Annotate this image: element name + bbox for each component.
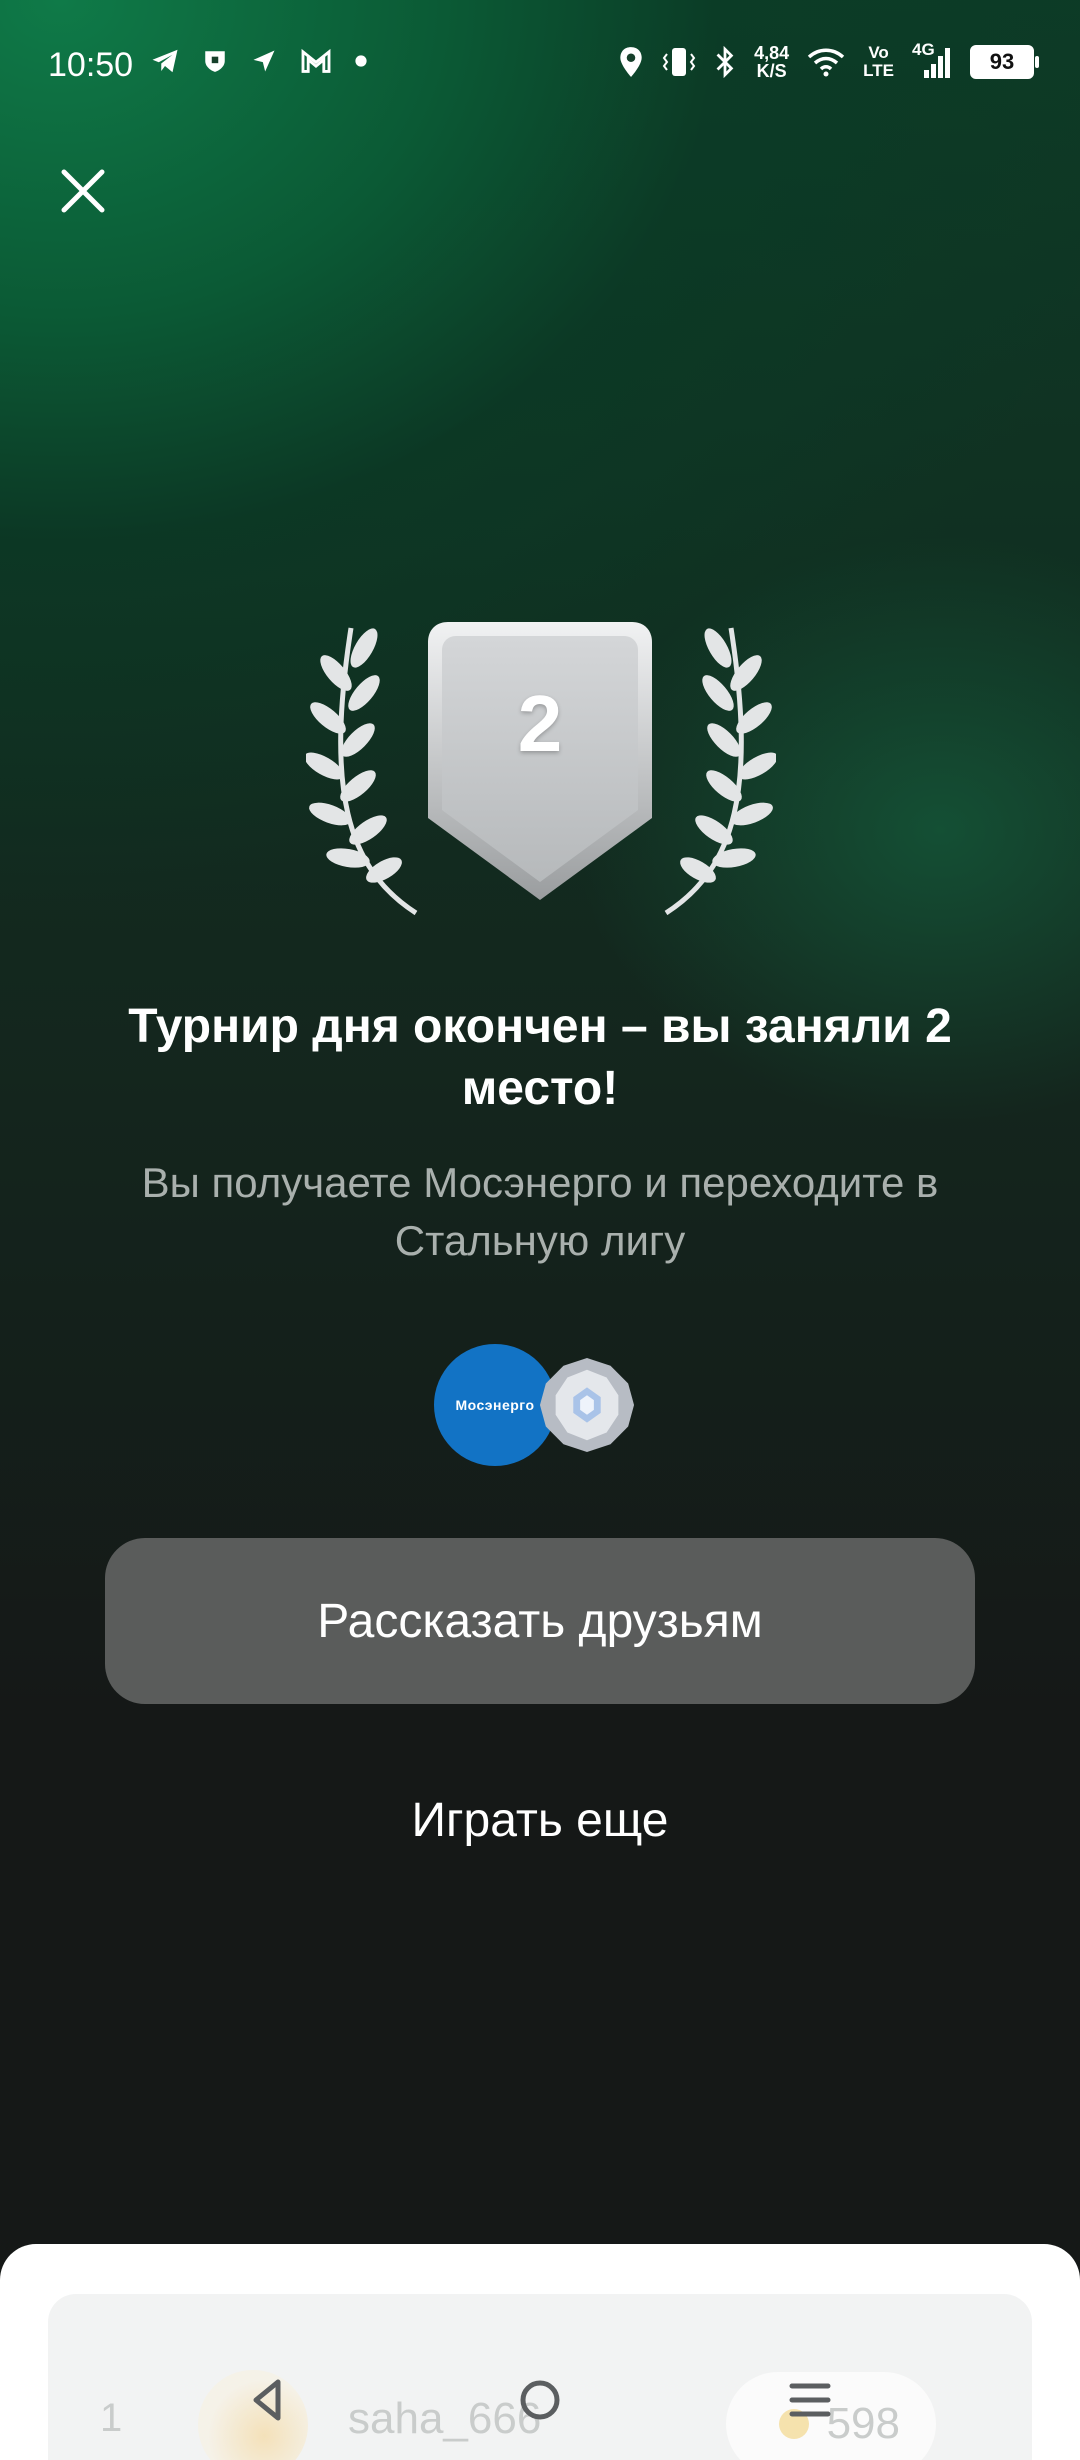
battery-icon: 93	[970, 45, 1039, 79]
volte-bottom: LTE	[863, 61, 894, 80]
gmail-icon	[301, 48, 331, 73]
nav-home-button[interactable]	[500, 2360, 580, 2440]
telegram-icon	[152, 49, 178, 73]
status-bar: 10:50 4,84 K/S Vo LTE 4G 93	[0, 0, 1080, 134]
net-speed-value: 4,84	[754, 43, 790, 63]
signal-icon: 4G	[912, 40, 952, 80]
mosenergo-logo-text: Мосэнерго	[455, 1397, 535, 1413]
location-pin-icon	[620, 47, 642, 77]
place-badge: 2	[306, 618, 776, 918]
location-arrow-icon	[253, 50, 275, 72]
notification-icons	[150, 46, 368, 76]
vibrate-icon	[662, 48, 696, 76]
volte-indicator: Vo LTE	[863, 44, 894, 80]
system-icons: 4,84 K/S Vo LTE 4G 93	[618, 40, 1039, 80]
result-title: Турнир дня окончен – вы заняли 2 место!	[128, 1000, 952, 1115]
close-button[interactable]	[58, 166, 108, 216]
reward-badges: Мосэнерго	[434, 1344, 635, 1470]
back-icon	[253, 2379, 281, 2421]
home-icon	[520, 2380, 560, 2420]
system-navigation-bar	[0, 2360, 1080, 2460]
wifi-icon	[807, 48, 845, 77]
volte-top: Vo	[868, 43, 889, 62]
network-type: 4G	[912, 40, 935, 59]
nav-recents-button[interactable]	[770, 2360, 850, 2440]
menu-icon	[789, 2383, 831, 2417]
laurel-right-icon	[664, 627, 776, 916]
share-with-friends-button[interactable]: Рассказать друзьям	[105, 1538, 975, 1704]
net-speed: 4,84 K/S	[754, 44, 789, 80]
nav-back-button[interactable]	[228, 2360, 308, 2440]
battery-level: 93	[989, 49, 1015, 74]
steel-league-icon	[539, 1357, 635, 1453]
play-again-button[interactable]: Играть еще	[290, 1780, 790, 1860]
result-subtitle: Вы получаете Мосэнерго и переходите в Ст…	[141, 1159, 939, 1264]
shield-icon	[205, 51, 225, 72]
net-speed-unit: K/S	[756, 61, 787, 81]
dot-icon	[355, 55, 367, 67]
close-icon	[61, 169, 105, 213]
status-time: 10:50	[48, 46, 134, 84]
bluetooth-icon	[716, 46, 734, 78]
place-number: 2	[517, 679, 563, 768]
laurel-left-icon	[306, 627, 418, 916]
